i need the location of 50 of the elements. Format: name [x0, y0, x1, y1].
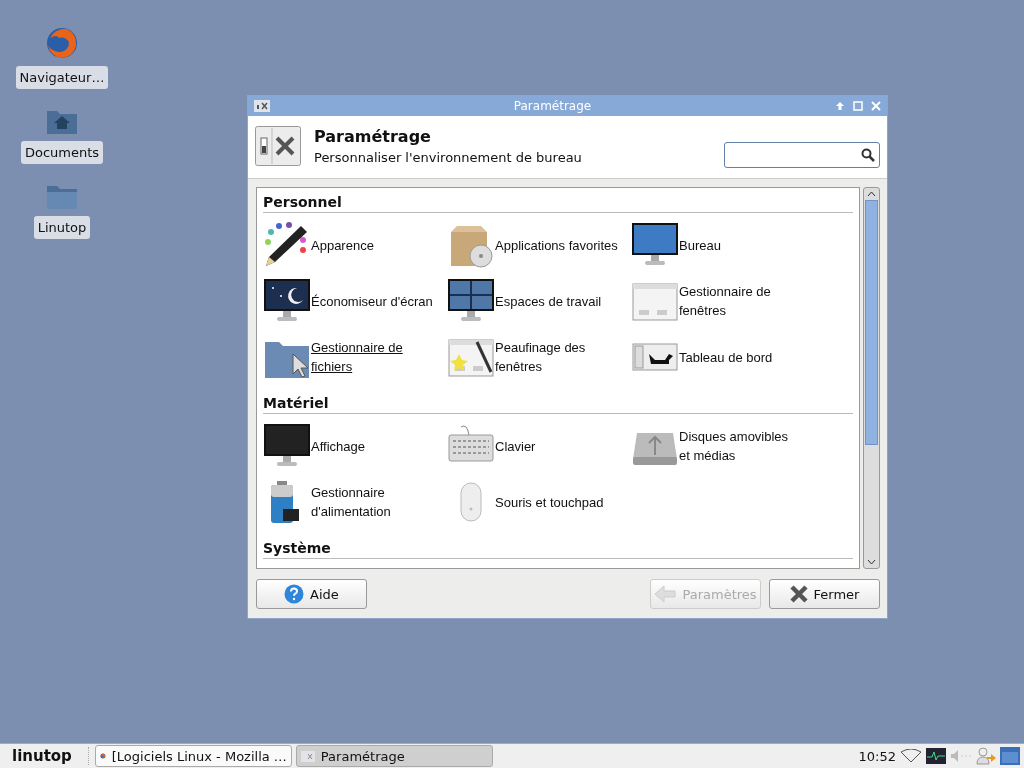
settings-item-label[interactable]: Peaufinage des fenêtres	[495, 338, 629, 376]
back-arrow-icon	[654, 585, 677, 603]
desktop-icon-label[interactable]: Linutop	[33, 216, 91, 239]
settings-item-label[interactable]: Apparence	[311, 235, 374, 255]
window-heading: Paramétrage	[314, 127, 432, 146]
desktop-icon-label[interactable]: Documents	[20, 141, 104, 164]
logo[interactable]: linutop	[0, 747, 84, 765]
settings-item-label[interactable]: Bureau	[679, 235, 721, 255]
tools-icon	[255, 126, 301, 166]
user-arrow-icon[interactable]	[976, 747, 996, 765]
desktop-icon-label[interactable]: Navigateur…	[15, 66, 109, 89]
wifi-icon[interactable]	[900, 749, 922, 763]
help-button[interactable]: Aide	[256, 579, 367, 609]
monitor-grid-icon[interactable]	[447, 278, 495, 324]
up-arrow-icon[interactable]	[835, 101, 845, 111]
settings-item-label[interactable]: Espaces de travail	[495, 291, 602, 311]
close-button[interactable]: Fermer	[769, 579, 880, 609]
settings-item-label[interactable]: Gestionnaire de fenêtres	[679, 282, 801, 320]
settings-item-label[interactable]: Disques amovibles et médias	[679, 427, 801, 465]
window-title: Paramétrage	[512, 99, 593, 113]
settings-item-label[interactable]: Économiseur d'écran	[311, 291, 433, 311]
monitor-night-icon[interactable]	[263, 278, 311, 324]
taskbar-button[interactable]: Paramétrage	[295, 745, 493, 767]
close-icon	[789, 585, 808, 603]
section-heading: Matériel	[263, 389, 853, 414]
monitor-wallpaper-icon[interactable]	[631, 222, 679, 268]
clock[interactable]: 10:52	[858, 748, 896, 764]
close-icon[interactable]	[871, 101, 881, 111]
scrollbar[interactable]	[863, 187, 880, 569]
taskbar-button[interactable]: [Logiciels Linux - Mozilla …	[94, 745, 292, 767]
system-monitor-icon[interactable]	[926, 748, 946, 764]
tools-icon	[300, 750, 315, 762]
tools-icon	[254, 100, 270, 112]
window-subtitle: Personnaliser l'environnement de bureau	[314, 150, 583, 165]
settings-item-label[interactable]: Gestionnaire de fichiers	[311, 338, 445, 376]
settings-item-label[interactable]: Souris et touchpad	[495, 492, 604, 512]
search-icon	[861, 148, 875, 162]
settings-item-label[interactable]: Gestionnaire d'alimentation	[311, 483, 445, 521]
settings-item-label[interactable]: Applications favorites	[495, 235, 618, 255]
section-heading: Personnel	[263, 188, 853, 213]
section-heading: Système	[263, 534, 853, 559]
help-icon	[284, 584, 305, 604]
settings-item-label[interactable]: Clavier	[495, 436, 536, 456]
globe-icon[interactable]	[45, 26, 79, 60]
search-field[interactable]	[724, 142, 880, 168]
maximize-icon[interactable]	[853, 101, 863, 111]
settings-item-label[interactable]: Affichage	[311, 436, 365, 456]
monitor-dark-icon[interactable]	[263, 423, 311, 469]
settings-item-label[interactable]: Tableau de bord	[679, 347, 773, 367]
scroll-thumb[interactable]	[865, 200, 878, 445]
